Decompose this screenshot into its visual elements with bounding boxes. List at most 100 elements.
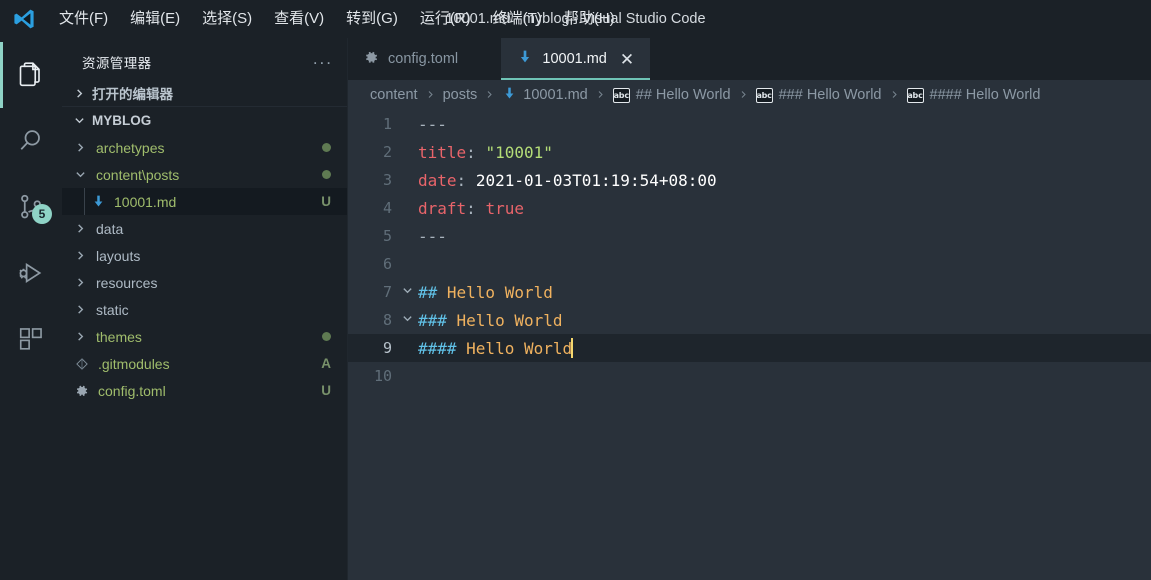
code-line[interactable]: 1 --- xyxy=(348,110,1151,138)
more-actions-icon[interactable]: ... xyxy=(313,50,333,70)
code-line[interactable]: 8 ### Hello World xyxy=(348,306,1151,334)
tree-row[interactable]: config.toml U xyxy=(62,377,347,404)
vscode-logo-icon xyxy=(0,0,48,38)
menu-view[interactable]: 查看(V) xyxy=(263,0,335,38)
tree-row[interactable]: 10001.md U xyxy=(62,188,347,215)
code-line[interactable]: 7 ## Hello World xyxy=(348,278,1151,306)
breadcrumb-item[interactable]: content xyxy=(370,87,418,103)
line-number: 3 xyxy=(382,171,392,189)
menu-go[interactable]: 转到(G) xyxy=(335,0,409,38)
active-indicator xyxy=(0,306,3,372)
chevron-right-icon[interactable] xyxy=(72,304,88,315)
gear-icon xyxy=(364,50,379,69)
activity-source-control[interactable]: 5 xyxy=(0,174,62,240)
activity-run-debug[interactable] xyxy=(0,240,62,306)
tab-config-toml[interactable]: config.toml ✕ xyxy=(348,38,501,80)
breadcrumb-item[interactable]: abc ### Hello World xyxy=(755,87,882,103)
tree-item-label: .gitmodules xyxy=(98,355,170,372)
tree-row[interactable]: layouts xyxy=(62,242,347,269)
menu-terminal[interactable]: 终端(T) xyxy=(482,0,553,38)
gear-icon xyxy=(72,384,92,398)
close-icon[interactable]: ✕ xyxy=(620,51,634,68)
breadcrumb-label: posts xyxy=(442,87,478,103)
breadcrumb-item[interactable]: posts xyxy=(443,87,478,103)
breadcrumb-label: #### Hello World xyxy=(929,87,1041,103)
chevron-right-icon[interactable] xyxy=(72,250,88,261)
code-line[interactable]: 6 xyxy=(348,250,1151,278)
activity-explorer[interactable] xyxy=(0,42,62,108)
sidebar-title: 资源管理器 xyxy=(82,56,152,71)
code-line[interactable]: 10 xyxy=(348,362,1151,390)
code-text: ## Hello World xyxy=(418,283,553,302)
tab-active-underline xyxy=(501,78,651,80)
symbol-string-icon: abc xyxy=(906,87,924,103)
editor-tab-bar[interactable]: config.toml ✕ 10001.md ✕ xyxy=(348,38,1151,80)
tree-row[interactable]: content\posts xyxy=(62,161,347,188)
tree-item-label: archetypes xyxy=(96,139,165,156)
fold-chevron-down-icon[interactable] xyxy=(396,285,418,299)
tree-row[interactable]: resources xyxy=(62,269,347,296)
menu-run[interactable]: 运行(R) xyxy=(409,0,482,38)
section-opened-editors[interactable]: 打开的编辑器 xyxy=(62,80,347,107)
menu-bar[interactable]: 文件(F) 编辑(E) 选择(S) 查看(V) 转到(G) 运行(R) 终端(T… xyxy=(48,0,626,38)
code-line[interactable]: 9 #### Hello World xyxy=(348,334,1151,362)
code-text: --- xyxy=(418,115,447,134)
chevron-right-icon[interactable] xyxy=(72,223,88,234)
code-token: Hello World xyxy=(456,339,573,358)
markdown-icon xyxy=(502,86,517,105)
code-token: : xyxy=(466,198,476,218)
git-icon xyxy=(72,357,92,371)
code-token: --- xyxy=(418,114,447,134)
code-token: : xyxy=(466,142,476,162)
chevron-down-icon[interactable] xyxy=(72,169,88,180)
code-token: title xyxy=(418,142,467,162)
code-token: 2021-01-03T01:19:54+08:00 xyxy=(475,170,717,190)
code-line[interactable]: 2 title: "10001" xyxy=(348,138,1151,166)
breadcrumb[interactable]: content posts 10001.md abc ## Hello World abc… xyxy=(348,80,1151,110)
code-token: --- xyxy=(418,226,447,246)
activity-extensions[interactable] xyxy=(0,306,62,372)
code-text: title: "10001" xyxy=(418,143,553,162)
line-number: 10 xyxy=(373,367,392,385)
section-root-myblog[interactable]: MYBLOG xyxy=(62,107,347,134)
code-token: : xyxy=(456,170,467,190)
breadcrumb-item[interactable]: abc #### Hello World xyxy=(906,87,1041,103)
code-text: date: 2021-01-03T01:19:54+08:00 xyxy=(418,171,717,190)
markdown-icon xyxy=(88,194,108,209)
modified-dot-badge xyxy=(322,170,331,179)
file-tree[interactable]: archetypes content\posts 10001.md U data layo… xyxy=(62,134,347,404)
breadcrumb-item[interactable]: abc ## Hello World xyxy=(612,87,731,103)
chevron-down-icon xyxy=(70,115,88,126)
menu-edit[interactable]: 编辑(E) xyxy=(119,0,191,38)
tree-row[interactable]: .gitmodules A xyxy=(62,350,347,377)
code-token: Hello World xyxy=(437,282,553,302)
chevron-right-icon[interactable] xyxy=(72,331,88,342)
code-text: ### Hello World xyxy=(418,311,563,330)
git-status-badge: U xyxy=(321,383,331,398)
tree-row[interactable]: themes xyxy=(62,323,347,350)
tree-row[interactable]: data xyxy=(62,215,347,242)
symbol-string-icon: abc xyxy=(612,87,630,103)
menu-help[interactable]: 帮助(H) xyxy=(553,0,626,38)
line-number: 9 xyxy=(382,339,392,357)
fold-chevron-down-icon[interactable] xyxy=(396,313,418,327)
code-line[interactable]: 3 date: 2021-01-03T01:19:54+08:00 xyxy=(348,166,1151,194)
code-token: true xyxy=(485,198,524,218)
modified-dot-badge xyxy=(322,332,331,341)
code-token: "10001" xyxy=(485,142,553,162)
chevron-right-icon[interactable] xyxy=(72,277,88,288)
text-cursor xyxy=(571,338,574,358)
tree-item-label: data xyxy=(96,220,124,237)
menu-selection[interactable]: 选择(S) xyxy=(191,0,263,38)
tab-10001-md[interactable]: 10001.md ✕ xyxy=(501,38,651,80)
tree-row[interactable]: static xyxy=(62,296,347,323)
activity-search[interactable] xyxy=(0,108,62,174)
code-line[interactable]: 4 draft: true xyxy=(348,194,1151,222)
code-line[interactable]: 5 --- xyxy=(348,222,1151,250)
tree-row[interactable]: archetypes xyxy=(62,134,347,161)
run-debug-icon xyxy=(16,258,46,288)
menu-file[interactable]: 文件(F) xyxy=(48,0,119,38)
breadcrumb-item[interactable]: 10001.md xyxy=(502,86,588,105)
code-editor[interactable]: 1 --- 2 title: "10001" 3 date: 2021-01-03T01:… xyxy=(348,110,1151,580)
chevron-right-icon[interactable] xyxy=(72,142,88,153)
